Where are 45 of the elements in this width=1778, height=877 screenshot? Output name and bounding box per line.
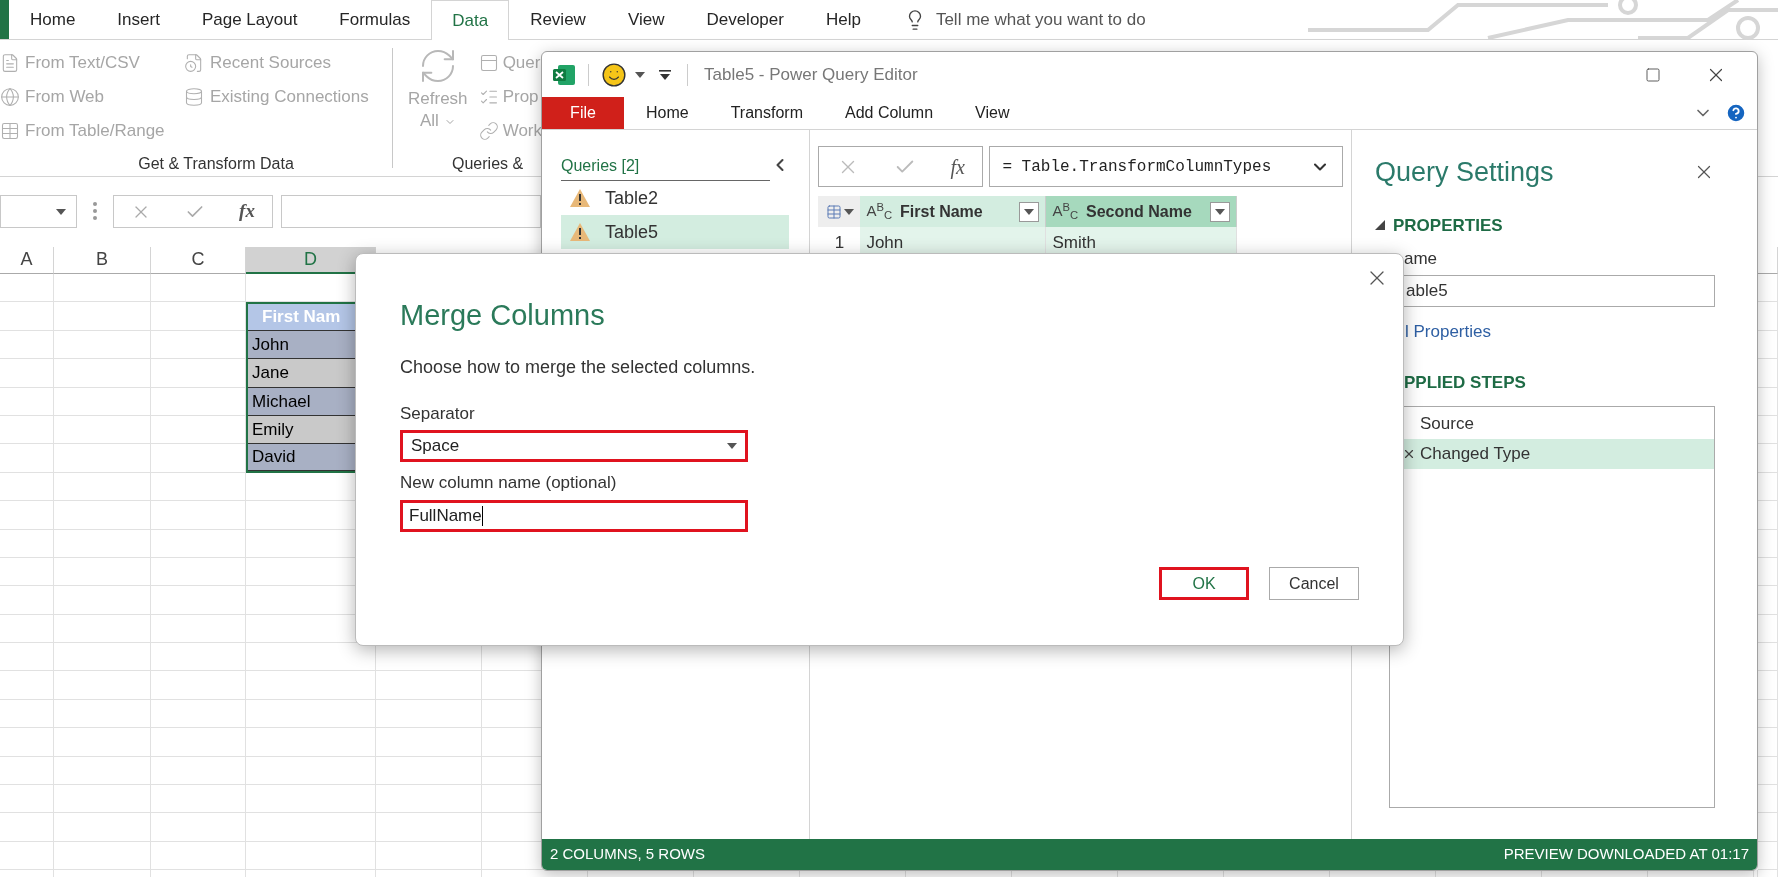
separator-dropdown[interactable]: Space <box>400 430 748 462</box>
column-header[interactable]: A <box>0 247 54 274</box>
ribbon-tab[interactable]: Transform <box>710 97 823 129</box>
status-text: PREVIEW DOWNLOADED AT 01:17 <box>1503 844 1749 865</box>
panel-title: Query Settings <box>1375 156 1554 189</box>
field-label: New column name (optional) <box>400 472 618 494</box>
ribbon-tab[interactable]: Home <box>626 97 709 129</box>
field-label: Separator <box>400 402 476 425</box>
row-number: 1 <box>833 232 846 254</box>
window-title: Table5 - Power Query Editor <box>704 63 918 86</box>
ribbon-tab[interactable]: Add Column <box>825 97 954 129</box>
section-heading: PROPERTIES <box>1393 214 1503 237</box>
ribbon-tab[interactable]: Review <box>509 0 607 39</box>
column-name-field[interactable]: FullName <box>400 499 748 532</box>
ribbon-tab[interactable]: Data <box>431 0 510 40</box>
field-label: ame <box>1403 248 1439 270</box>
section-heading: PPLIED STEPS <box>1403 372 1527 394</box>
function-button[interactable]: fx <box>950 151 965 182</box>
queries-heading: Queries [2] <box>561 154 771 181</box>
query-item[interactable]: Table5 <box>561 215 789 249</box>
query-item[interactable]: Table2 <box>561 181 789 215</box>
ribbon-tab[interactable]: Home <box>9 0 97 39</box>
ribbon-tab[interactable]: Help <box>804 0 882 39</box>
dialog-title: Merge Columns <box>400 298 606 333</box>
column-header[interactable]: A$^{B}$$_{C}$ Second Name <box>1046 196 1238 227</box>
column-name: First Name <box>900 201 984 222</box>
column-header[interactable]: B <box>54 247 151 274</box>
group-label: Queries & <box>451 154 525 174</box>
function-button[interactable]: fx <box>239 197 255 226</box>
ribbon-tab[interactable]: Formulas <box>318 0 432 39</box>
formula-field[interactable]: = Table.TransformColumnTypes <box>989 146 1343 187</box>
column-header[interactable]: A$^{B}$$_{C}$ First Name <box>860 196 1047 227</box>
column-name: Second Name <box>1086 201 1193 222</box>
dialog-description: Choose how to merge the selected columns. <box>400 355 757 379</box>
ribbon-tab[interactable]: Developer <box>685 0 805 39</box>
ribbon-tab[interactable]: View <box>606 0 686 39</box>
status-text: 2 COLUMNS, 5 ROWS <box>550 844 706 865</box>
ribbon-tab[interactable]: View <box>955 97 1030 129</box>
dialog-button[interactable]: Cancel <box>1269 567 1359 600</box>
dialog-button[interactable]: OK <box>1159 567 1249 600</box>
file-tab[interactable]: File <box>542 97 624 129</box>
ribbon-tab[interactable]: Insert <box>96 0 181 39</box>
group-label: Get & Transform Data <box>137 154 295 174</box>
ribbon-tab[interactable]: Page Layout <box>180 0 319 39</box>
tell-me-field[interactable]: Tell me what you want to do <box>935 6 1146 33</box>
